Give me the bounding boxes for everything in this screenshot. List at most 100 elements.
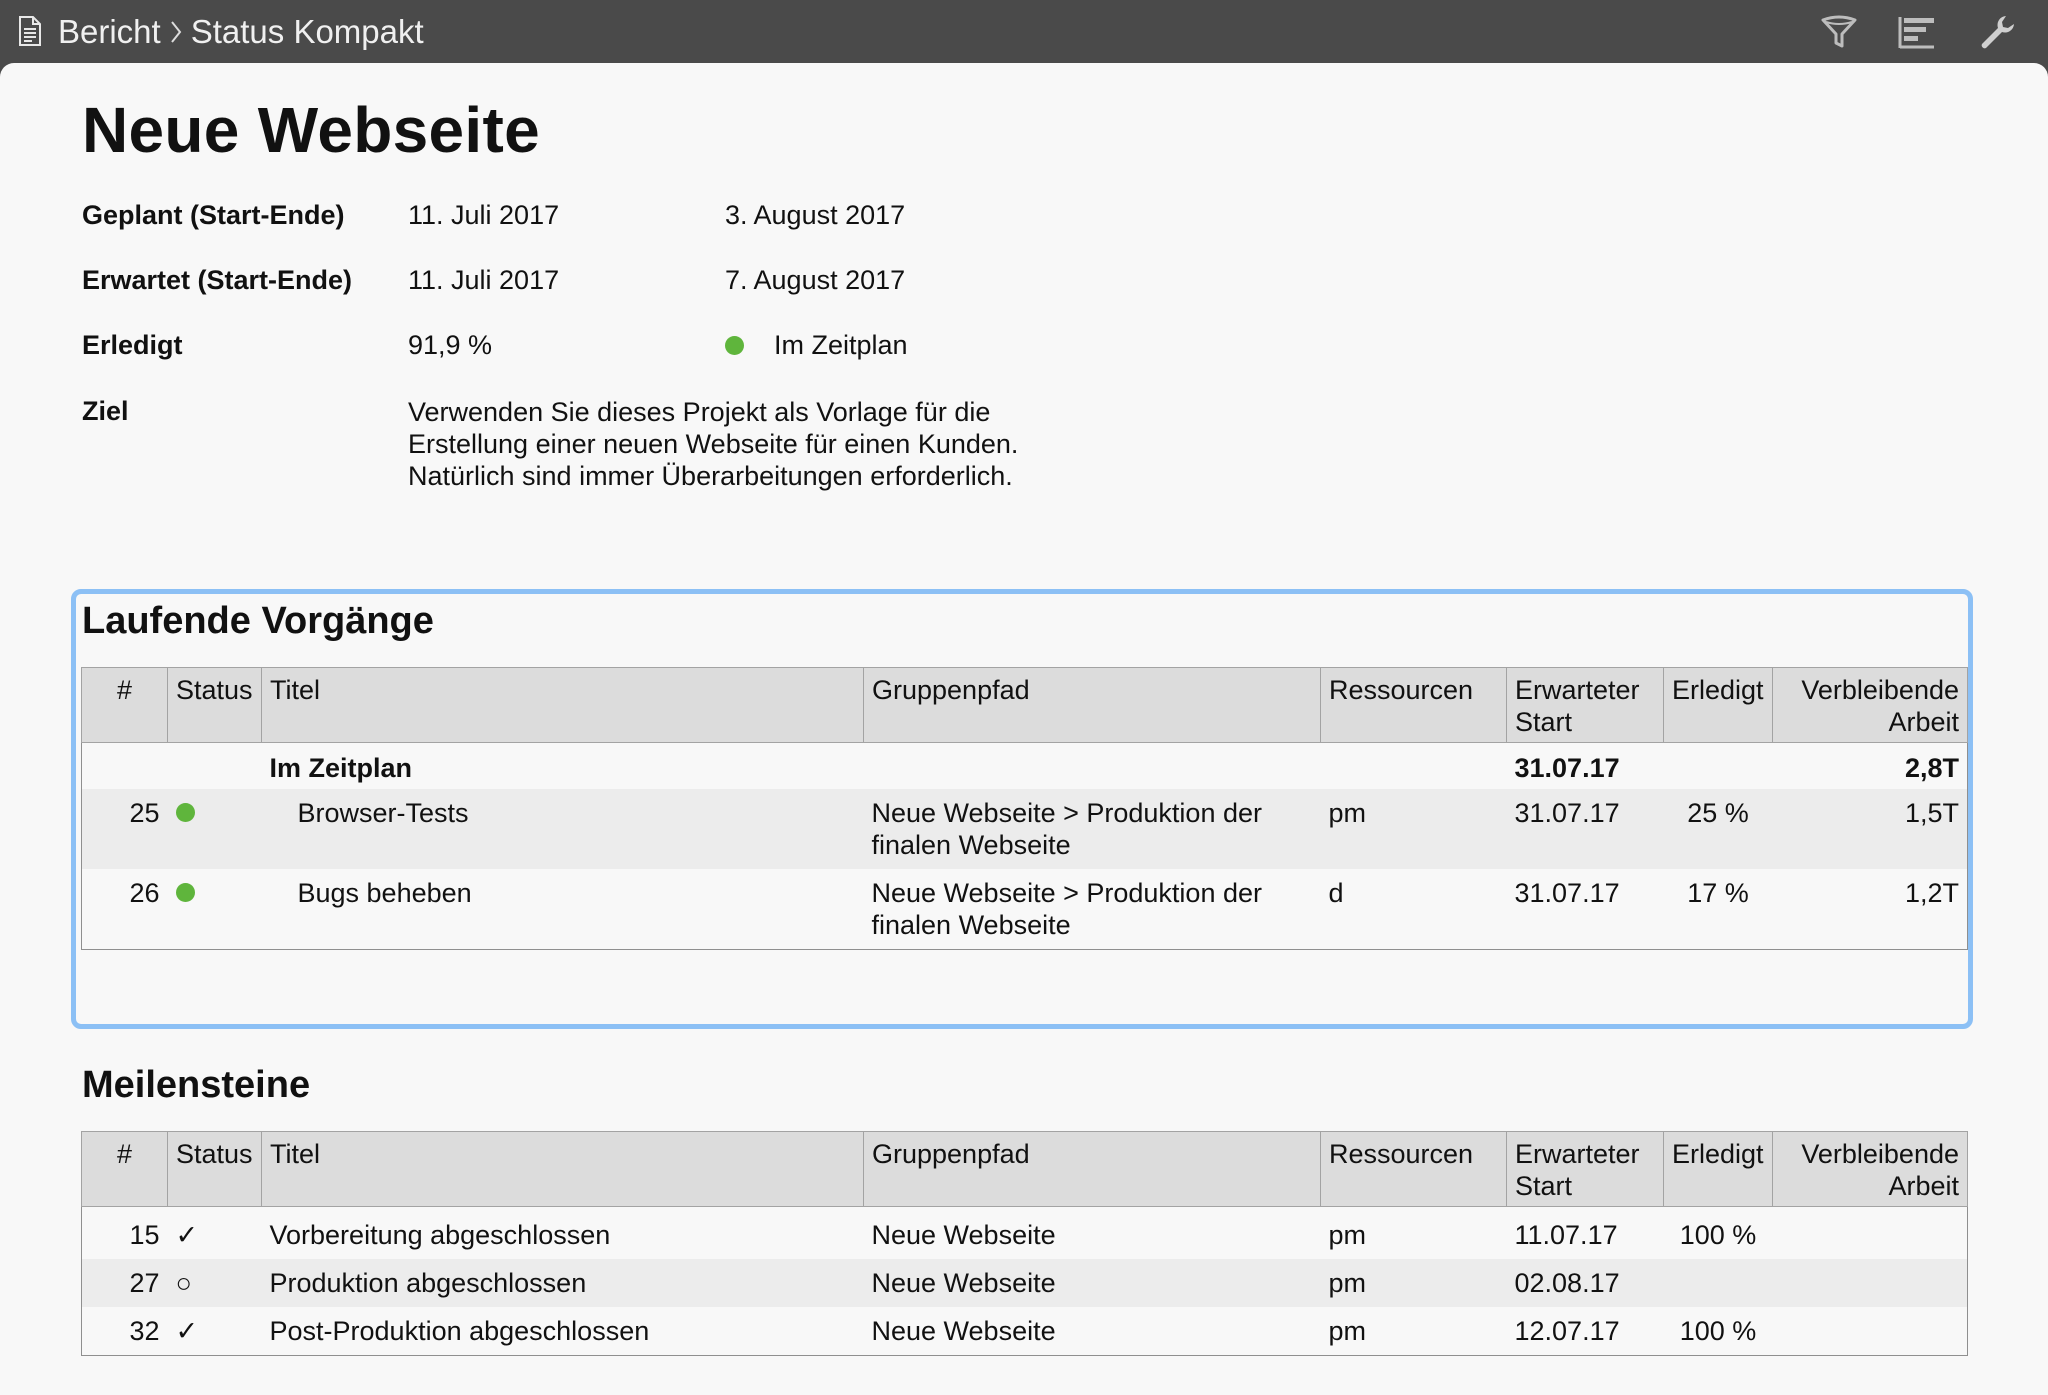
filter-icon[interactable] [1818,12,1860,52]
row-resources: d [1328,878,1344,908]
planned-start: 11. Juli 2017 [408,200,560,230]
group-row-title: Im Zeitplan [269,753,413,783]
column-header-start[interactable]: Erwarteter Start [1506,1131,1664,1207]
outline-icon[interactable] [1896,12,1938,52]
goal-line: Erstellung einer neuen Webseite für eine… [408,429,1019,459]
running-tasks-title: Laufende Vorgänge [82,600,434,642]
row-start: 31.07.17 [1506,789,1664,869]
goal-line: Natürlich sind immer Überarbeitungen erf… [408,461,1013,491]
group-row-start: 31.07.17 [1514,753,1620,783]
row-title: Produktion abgeschlossen [261,1259,864,1307]
column-header-start-line: Erwarteter [1515,675,1640,705]
row-title: Vorbereitung abgeschlossen [269,1220,611,1250]
planned-label: Geplant (Start-Ende) [82,200,345,230]
breadcrumb-current: Status Kompakt [190,13,424,50]
row-remaining [1773,1307,1968,1356]
row-remaining [1772,1259,1968,1307]
milestones-title: Meilensteine [82,1064,311,1106]
row-status [168,869,262,950]
row-title: Post-Produktion abgeschlossen [269,1316,650,1346]
status-dot-icon [175,883,195,902]
column-header-start-line: Start [1515,707,1573,737]
column-header-done[interactable]: Erledigt [1663,1131,1773,1207]
column-header-remaining[interactable]: Verbleibende Arbeit [1772,1131,1968,1207]
row-done: 17 % [1687,878,1749,908]
checkmark-icon: ✓ [175,1220,199,1250]
wrench-icon[interactable] [1976,12,2018,52]
running-tasks-table: # Status Titel Gruppenpfad Ressourcen Er… [81,667,1968,950]
status-dot-icon [175,803,195,822]
schedule-status-label: Im Zeitplan [774,330,908,360]
group-row[interactable]: Im Zeitplan 31.07.17 2,8T [82,743,1968,790]
chevron-right-icon [170,21,181,43]
row-resources: pm [1328,1316,1367,1346]
row-num: 25 [81,789,168,869]
group-row-remaining: 2,8T [1904,753,1959,783]
column-header-remaining-line: Arbeit [1888,707,1959,737]
title-bar: Bericht Status Kompakt [0,0,2048,64]
open-circle-icon: ○ [167,1259,262,1307]
row-resources: pm [1320,1259,1507,1307]
column-header-start-line: Start [1515,1171,1573,1201]
row-status [167,789,262,869]
row-group: Neue Webseite [871,1220,1056,1250]
row-num: 27 [81,1259,168,1307]
row-group-line: finalen Webseite [871,830,1071,860]
row-done: 25 % [1663,789,1773,869]
breadcrumb: Bericht Status Kompakt [58,12,424,52]
row-group: Neue Webseite > Produktion der finalen We… [864,869,1321,950]
column-header-group[interactable]: Gruppenpfad [863,1131,1321,1207]
row-done: 100 % [1679,1220,1757,1250]
row-group-line: Neue Webseite > Produktion der [871,798,1263,828]
row-num: 15 [129,1220,160,1250]
table-row[interactable]: 15 ✓ Vorbereitung abgeschlossen Neue Web… [82,1207,1968,1260]
expected-end: 7. August 2017 [725,265,906,295]
table-row[interactable]: 32 ✓ Post-Produktion abgeschlossen Neue … [82,1307,1968,1356]
column-header-resources[interactable]: Ressourcen [1320,667,1507,743]
checkmark-icon: ✓ [175,1316,199,1346]
schedule-status: Im Zeitplan [725,330,908,361]
status-dot-icon [725,336,744,355]
row-group: Neue Webseite [871,1316,1056,1346]
row-resources: pm [1320,789,1507,869]
row-title: Bugs beheben [297,878,472,908]
table-row[interactable]: 25 Browser-Tests Neue Webseite > Produkt… [81,789,1968,869]
column-header-remaining-line: Arbeit [1888,1171,1959,1201]
breadcrumb-parent[interactable]: Bericht [58,12,161,52]
row-remaining [1773,1207,1968,1260]
column-header-remaining-line: Verbleibende [1801,675,1959,705]
row-remaining: 1,5T [1772,789,1968,869]
column-header-done[interactable]: Erledigt [1663,667,1773,743]
row-group-line: finalen Webseite [871,910,1071,940]
row-start: 31.07.17 [1514,878,1620,908]
row-num: 32 [129,1316,160,1346]
column-header-title[interactable]: Titel [261,1131,864,1207]
document-icon [19,16,41,46]
column-header-status[interactable]: Status [167,667,262,743]
row-start: 11.07.17 [1514,1220,1618,1250]
expected-label: Erwartet (Start-Ende) [82,265,353,295]
milestones-table: # Status Titel Gruppenpfad Ressourcen Er… [81,1131,1968,1356]
table-row[interactable]: 27 ○ Produktion abgeschlossen Neue Webse… [81,1259,1968,1307]
column-header-group[interactable]: Gruppenpfad [863,667,1321,743]
row-start: 12.07.17 [1514,1316,1620,1346]
row-title: Browser-Tests [261,789,864,869]
column-header-remaining-line: Verbleibende [1801,1139,1959,1169]
column-header-status[interactable]: Status [167,1131,262,1207]
column-header-remaining[interactable]: Verbleibende Arbeit [1772,667,1968,743]
row-num: 26 [129,878,160,908]
goal-line: Verwenden Sie dieses Projekt als Vorlage… [408,397,991,427]
row-group-line: Neue Webseite > Produktion der [871,878,1263,908]
table-row[interactable]: 26 Bugs beheben Neue Webseite > Produkti… [82,869,1968,950]
report-title: Neue Webseite [82,94,540,166]
column-header-title[interactable]: Titel [261,667,864,743]
goal-text: Verwenden Sie dieses Projekt als Vorlage… [408,396,1108,492]
table-header-row: # Status Titel Gruppenpfad Ressourcen Er… [81,1131,1968,1207]
column-header-num[interactable]: # [81,667,168,743]
row-group: Neue Webseite > Produktion der finalen We… [863,789,1321,869]
done-value: 91,9 % [408,330,493,360]
column-header-start[interactable]: Erwarteter Start [1506,667,1664,743]
done-label: Erledigt [82,330,183,360]
column-header-resources[interactable]: Ressourcen [1320,1131,1507,1207]
column-header-num[interactable]: # [81,1131,168,1207]
